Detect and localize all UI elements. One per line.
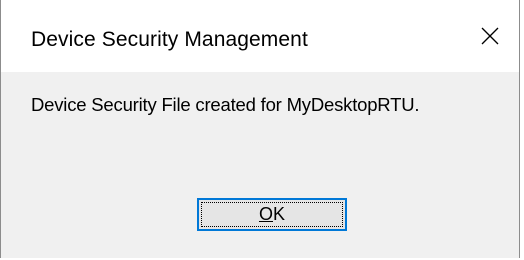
ok-button-label: OK <box>259 204 285 225</box>
ok-accelerator-key: O <box>258 204 273 224</box>
close-icon <box>481 27 499 45</box>
ok-button[interactable]: OK <box>197 198 347 231</box>
ok-label-rest: K <box>273 204 286 224</box>
title-bar[interactable]: Device Security Management <box>1 0 519 72</box>
message-dialog: Device Security Management Device Securi… <box>0 0 520 258</box>
dialog-title: Device Security Management <box>31 28 308 51</box>
dialog-message: Device Security File created for MyDeskt… <box>31 94 420 115</box>
close-button[interactable] <box>461 0 519 72</box>
dialog-body: Device Security File created for MyDeskt… <box>1 72 519 258</box>
